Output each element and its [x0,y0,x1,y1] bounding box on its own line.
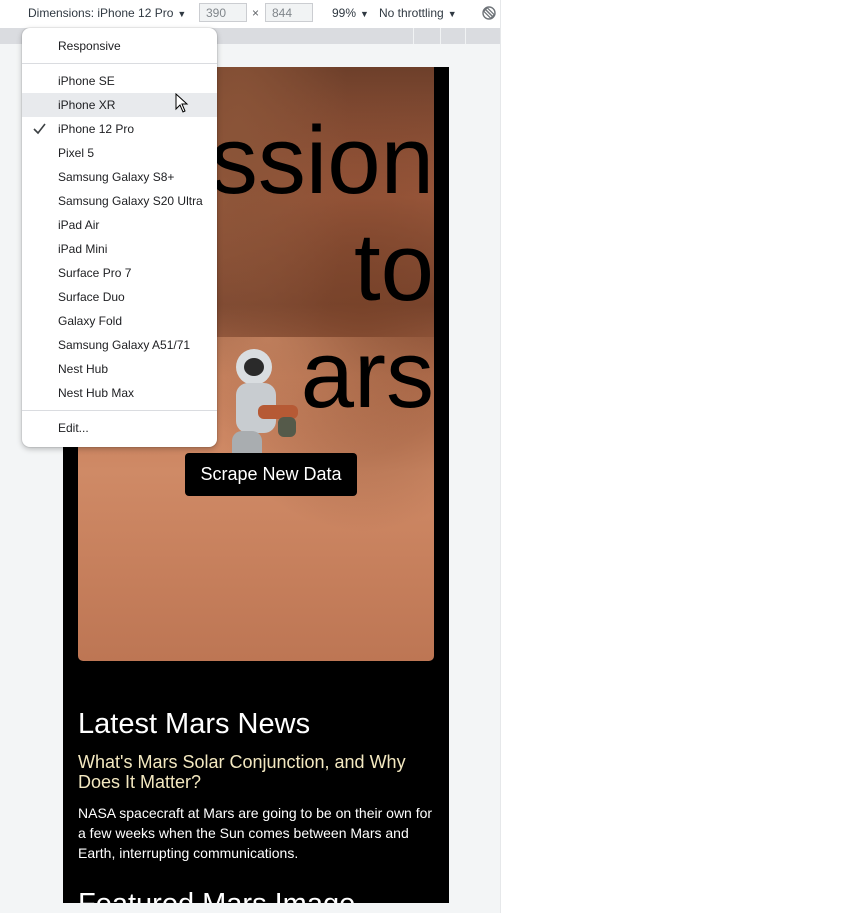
news-title: What's Mars Solar Conjunction, and Why D… [78,752,406,792]
width-input[interactable]: 390 [199,3,247,22]
device-dropdown-menu: Responsive iPhone SE iPhone XR iPhone 12… [22,28,217,447]
menu-item-galaxy-fold[interactable]: Galaxy Fold [22,309,217,333]
scrape-new-data-button[interactable]: Scrape New Data [185,453,357,496]
menu-item-ipad-mini[interactable]: iPad Mini [22,237,217,261]
caret-down-icon: ▼ [360,9,369,19]
menu-item-nest-hub[interactable]: Nest Hub [22,357,217,381]
throttling-dropdown[interactable]: No throttling ▼ [379,5,457,22]
mouse-pointer-icon [175,93,189,113]
height-input[interactable]: 844 [265,3,313,22]
dimensions-label: Dimensions: iPhone 12 Pro [28,6,174,20]
menu-item-responsive[interactable]: Responsive [22,34,217,58]
menu-item-label: iPhone 12 Pro [58,122,135,136]
menu-item-galaxy-a51-71[interactable]: Samsung Galaxy A51/71 [22,333,217,357]
panel-divider[interactable] [500,0,501,913]
menu-item-galaxy-s8[interactable]: Samsung Galaxy S8+ [22,165,217,189]
check-icon [33,123,46,135]
menu-item-galaxy-s20-ultra[interactable]: Samsung Galaxy S20 Ultra [22,189,217,213]
menu-item-nest-hub-max[interactable]: Nest Hub Max [22,381,217,405]
zoom-label: 99% [332,6,357,20]
latest-news-heading: Latest Mars News [78,708,311,740]
menu-item-iphone-12-pro[interactable]: iPhone 12 Pro [22,117,217,141]
menu-item-iphone-se[interactable]: iPhone SE [22,69,217,93]
throttling-label: No throttling [379,6,444,20]
rotate-icon[interactable] [481,5,497,21]
menu-separator [22,63,217,64]
menu-item-surface-duo[interactable]: Surface Duo [22,285,217,309]
menu-item-ipad-air[interactable]: iPad Air [22,213,217,237]
zoom-dropdown[interactable]: 99% ▼ [332,5,369,22]
caret-down-icon: ▼ [447,9,457,19]
menu-item-edit[interactable]: Edit... [22,416,217,440]
menu-item-surface-pro-7[interactable]: Surface Pro 7 [22,261,217,285]
news-paragraph: NASA spacecraft at Mars are going to be … [78,805,433,861]
device-toolbar: Dimensions: iPhone 12 Pro ▼ 390 × 844 99%… [0,0,501,28]
times-separator: × [252,6,260,20]
featured-image-heading: Featured Mars Image [78,888,355,903]
caret-down-icon: ▼ [177,9,187,19]
menu-separator [22,410,217,411]
device-dimensions-dropdown[interactable]: Dimensions: iPhone 12 Pro ▼ [28,5,186,22]
menu-item-pixel-5[interactable]: Pixel 5 [22,141,217,165]
